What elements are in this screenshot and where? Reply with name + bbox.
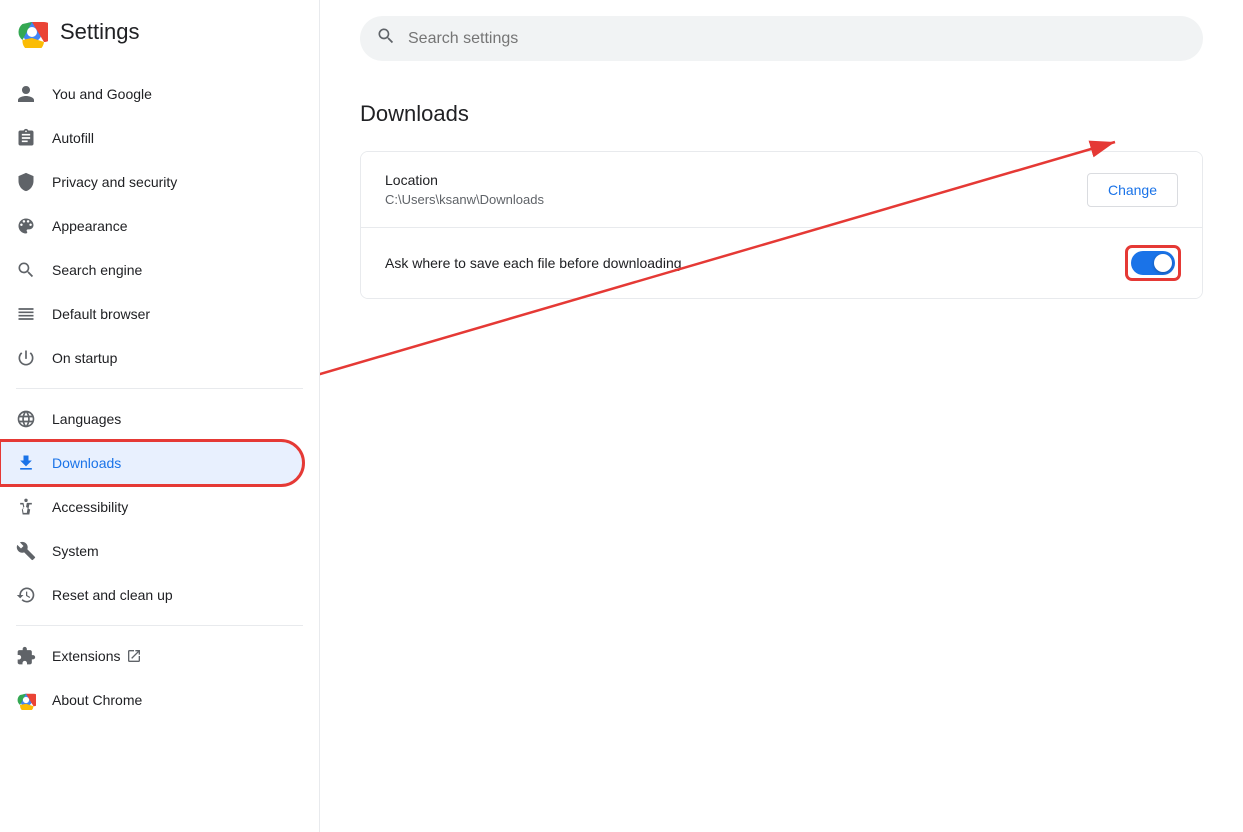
main-content: Downloads Location C:\Users\ksanw\Downlo… (320, 0, 1243, 832)
content-area: Downloads Location C:\Users\ksanw\Downlo… (320, 77, 1243, 832)
external-link-icon (126, 648, 142, 664)
sidebar-item-on-startup[interactable]: On startup (0, 336, 303, 380)
sidebar-divider-2 (16, 625, 303, 626)
shield-icon (16, 172, 36, 192)
browser-icon (16, 304, 36, 324)
location-path: C:\Users\ksanw\Downloads (385, 192, 544, 207)
assignment-icon (16, 128, 36, 148)
change-location-button[interactable]: Change (1087, 173, 1178, 207)
sidebar-item-autofill[interactable]: Autofill (0, 116, 303, 160)
extensions-label-container: Extensions (52, 648, 142, 664)
location-info: Location C:\Users\ksanw\Downloads (385, 172, 544, 207)
download-icon (16, 453, 36, 473)
search-bar-container (320, 0, 1243, 77)
sidebar-item-label: About Chrome (52, 692, 142, 708)
sidebar-item-label: You and Google (52, 86, 152, 102)
toggle-track[interactable] (1131, 251, 1175, 275)
sidebar-item-label: System (52, 543, 99, 559)
sidebar-item-label: Reset and clean up (52, 587, 173, 603)
sidebar-item-label: Privacy and security (52, 174, 177, 190)
sidebar-item-privacy-security[interactable]: Privacy and security (0, 160, 303, 204)
search-input[interactable] (408, 30, 1187, 48)
sidebar-item-label: Downloads (52, 455, 121, 471)
ask-save-toggle[interactable] (1131, 251, 1175, 275)
sidebar-item-appearance[interactable]: Appearance (0, 204, 303, 248)
page-title: Settings (60, 19, 140, 45)
search-bar-icon (376, 26, 396, 51)
sidebar-item-reset-clean-up[interactable]: Reset and clean up (0, 573, 303, 617)
sidebar-item-search-engine[interactable]: Search engine (0, 248, 303, 292)
language-icon (16, 409, 36, 429)
sidebar-item-label: Appearance (52, 218, 128, 234)
sidebar-section-top: You and Google Autofill Privacy and secu… (0, 72, 319, 380)
sidebar-item-label: Default browser (52, 306, 150, 322)
power-icon (16, 348, 36, 368)
sidebar-item-accessibility[interactable]: Accessibility (0, 485, 303, 529)
search-icon (16, 260, 36, 280)
ask-save-label: Ask where to save each file before downl… (385, 255, 682, 271)
downloads-page-title: Downloads (360, 101, 1203, 127)
palette-icon (16, 216, 36, 236)
toggle-thumb (1154, 254, 1172, 272)
sidebar-item-about-chrome[interactable]: About Chrome (0, 678, 303, 722)
accessibility-icon (16, 497, 36, 517)
ask-save-row: Ask where to save each file before downl… (361, 228, 1202, 298)
sidebar-divider-1 (16, 388, 303, 389)
sidebar-item-label: Extensions (52, 648, 120, 664)
sidebar-item-label: Search engine (52, 262, 142, 278)
extension-icon (16, 646, 36, 666)
chrome-logo-icon (16, 16, 48, 48)
sidebar-item-default-browser[interactable]: Default browser (0, 292, 303, 336)
ask-save-toggle-box (1128, 248, 1178, 278)
person-icon (16, 84, 36, 104)
sidebar-header: Settings (0, 0, 319, 64)
sidebar-item-label: Accessibility (52, 499, 128, 515)
sidebar-item-label: On startup (52, 350, 117, 366)
sidebar: Settings You and Google Autofill (0, 0, 320, 832)
sidebar-nav: You and Google Autofill Privacy and secu… (0, 64, 319, 730)
sidebar-item-languages[interactable]: Languages (0, 397, 303, 441)
sidebar-section-middle: Languages Downloads Accessibility (0, 397, 319, 617)
sidebar-item-system[interactable]: System (0, 529, 303, 573)
location-label: Location (385, 172, 544, 188)
about-chrome-icon (16, 690, 36, 710)
search-bar (360, 16, 1203, 61)
sidebar-item-you-and-google[interactable]: You and Google (0, 72, 303, 116)
downloads-settings-card: Location C:\Users\ksanw\Downloads Change… (360, 151, 1203, 299)
sidebar-section-bottom: Extensions About Chrome (0, 634, 319, 722)
sidebar-item-label: Languages (52, 411, 121, 427)
sidebar-item-downloads[interactable]: Downloads (0, 441, 303, 485)
location-row: Location C:\Users\ksanw\Downloads Change (361, 152, 1202, 228)
system-icon (16, 541, 36, 561)
sidebar-item-extensions[interactable]: Extensions (0, 634, 303, 678)
history-icon (16, 585, 36, 605)
sidebar-item-label: Autofill (52, 130, 94, 146)
